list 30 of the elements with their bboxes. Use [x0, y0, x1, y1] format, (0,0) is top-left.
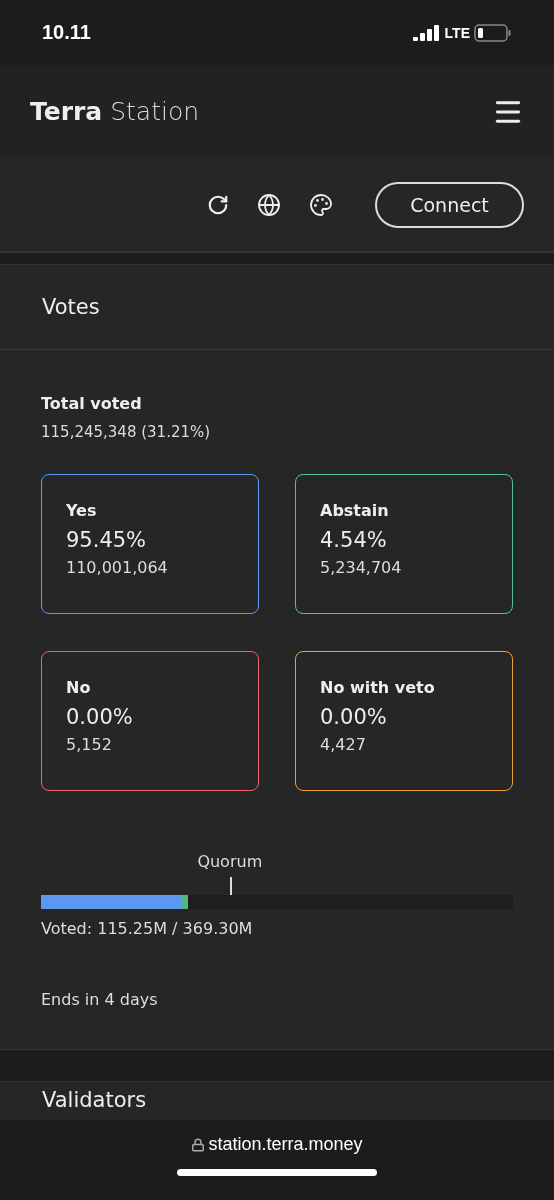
option-amount: 110,001,064 — [66, 558, 169, 577]
quorum-label: Quorum — [197, 852, 263, 871]
ends-text: Ends in 4 days — [41, 990, 159, 1009]
option-percent: 0.00% — [320, 705, 388, 729]
option-amount: 5,234,704 — [320, 558, 403, 577]
signal-icon — [412, 24, 441, 41]
address-text[interactable]: station.terra.money — [208, 1134, 363, 1155]
connect-button[interactable]: Connect — [375, 181, 524, 228]
option-percent: 0.00% — [66, 705, 134, 729]
battery-icon — [474, 23, 512, 42]
option-label: Yes — [66, 501, 98, 520]
option-label: Abstain — [320, 501, 390, 520]
palette-icon[interactable] — [309, 192, 333, 217]
brand-logo[interactable]: Terra Station — [30, 97, 200, 126]
option-label: No with veto — [320, 678, 436, 697]
option-percent: 4.54% — [320, 528, 388, 552]
section-title: Validators — [42, 1088, 148, 1114]
option-label: No — [66, 678, 92, 697]
globe-icon[interactable] — [257, 192, 281, 217]
network-label: LTE — [444, 24, 470, 41]
option-percent: 95.45% — [66, 528, 148, 552]
voted-text: Voted: 115.25M / 369.30M — [41, 919, 254, 938]
card-title: Votes — [0, 265, 554, 350]
refresh-icon[interactable] — [207, 193, 229, 216]
total-voted-value: 115,245,348 (31.21%) — [41, 423, 212, 441]
option-amount: 5,152 — [66, 735, 113, 754]
option-amount: 4,427 — [320, 735, 367, 754]
status-time: 10.11 — [42, 21, 91, 44]
total-voted-label: Total voted — [41, 394, 143, 413]
lock-icon — [191, 1137, 206, 1152]
